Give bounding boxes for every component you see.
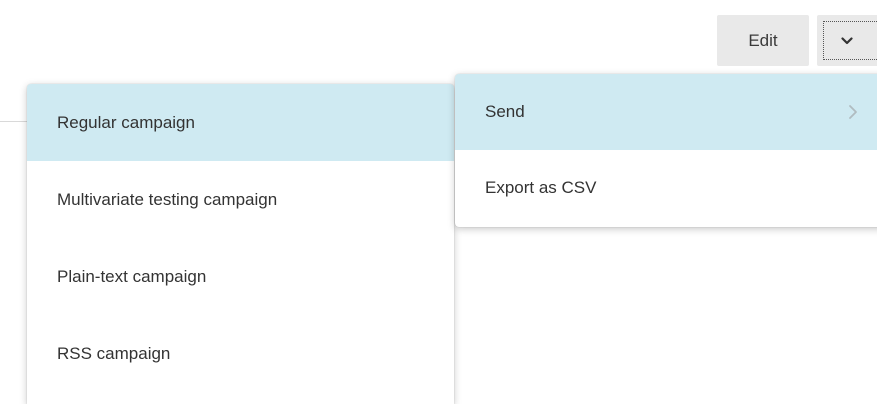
menu-item-label: Plain-text campaign [57,266,207,286]
menu-item-export-csv[interactable]: Export as CSV [455,150,877,226]
edit-button[interactable]: Edit [717,15,809,66]
menu-item-regular-campaign[interactable]: Regular campaign [27,84,454,161]
actions-menu: Send Export as CSV [455,74,877,227]
campaign-type-menu: Regular campaign Multivariate testing ca… [27,84,454,404]
menu-item-label: Multivariate testing campaign [57,189,278,209]
menu-item-label: Export as CSV [485,178,597,197]
chevron-right-icon [849,105,857,119]
menu-item-send[interactable]: Send [455,74,877,150]
menu-item-multivariate-testing-campaign[interactable]: Multivariate testing campaign [27,161,454,238]
more-actions-dropdown-button[interactable] [817,15,877,66]
menu-item-plain-text-campaign[interactable]: Plain-text campaign [27,238,454,315]
menu-item-rss-campaign[interactable]: RSS campaign [27,315,454,392]
menu-item-label: Regular campaign [57,112,195,132]
menu-item-label: Send [485,102,525,121]
menu-item-label: RSS campaign [57,343,171,363]
chevron-down-icon [841,36,853,44]
